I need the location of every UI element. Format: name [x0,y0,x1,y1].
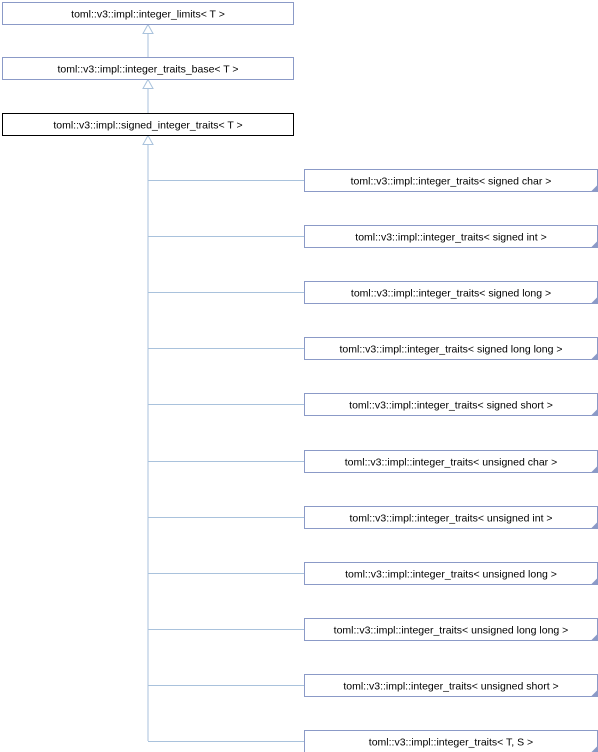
focus-node-signed-integer-traits-label: toml::v3::impl::signed_integer_traits< T… [53,120,242,132]
nodes: toml::v3::impl::integer_limits< T >toml:… [2,2,598,752]
child-node[interactable]: toml::v3::impl::integer_traits< signed l… [304,281,598,304]
child-node-label: toml::v3::impl::integer_traits< signed l… [351,288,551,300]
child-node-label: toml::v3::impl::integer_traits< signed s… [349,400,553,412]
child-node[interactable]: toml::v3::impl::integer_traits< signed i… [304,225,598,248]
child-node[interactable]: toml::v3::impl::integer_traits< signed l… [304,337,598,360]
focus-node-signed-integer-traits: toml::v3::impl::signed_integer_traits< T… [2,113,294,136]
child-node[interactable]: toml::v3::impl::integer_traits< unsigned… [304,618,598,641]
child-node-label: toml::v3::impl::integer_traits< unsigned… [343,681,558,693]
child-node-label: toml::v3::impl::integer_traits< unsigned… [349,513,552,525]
ancestor-node-integer-limits-label: toml::v3::impl::integer_limits< T > [71,9,225,21]
ancestor-node-integer-traits-base-label: toml::v3::impl::integer_traits_base< T > [57,64,238,76]
child-node[interactable]: toml::v3::impl::integer_traits< unsigned… [304,562,598,585]
child-node[interactable]: toml::v3::impl::integer_traits< unsigned… [304,450,598,473]
child-node[interactable]: toml::v3::impl::integer_traits< unsigned… [304,506,598,529]
child-node-label: toml::v3::impl::integer_traits< unsigned… [345,457,557,469]
ancestor-node-integer-traits-base[interactable]: toml::v3::impl::integer_traits_base< T > [2,57,294,80]
child-node-label: toml::v3::impl::integer_traits< unsigned… [345,569,557,581]
child-node-label: toml::v3::impl::integer_traits< unsigned… [334,625,569,637]
child-node-label: toml::v3::impl::integer_traits< signed l… [340,344,563,356]
child-node[interactable]: toml::v3::impl::integer_traits< unsigned… [304,674,598,697]
inheritance-diagram: toml::v3::impl::integer_limits< T >toml:… [2,2,598,752]
inheritance-arrow-icon [142,134,154,145]
child-node[interactable]: toml::v3::impl::integer_traits< signed c… [304,169,598,192]
child-node[interactable]: toml::v3::impl::integer_traits< T, S > [304,730,598,752]
child-node[interactable]: toml::v3::impl::integer_traits< signed s… [304,393,598,416]
ancestor-node-integer-limits[interactable]: toml::v3::impl::integer_limits< T > [2,2,294,25]
child-node-label: toml::v3::impl::integer_traits< T, S > [369,737,533,749]
child-node-label: toml::v3::impl::integer_traits< signed i… [355,232,546,244]
inheritance-arrow-icon [142,23,154,34]
inheritance-arrow-icon [142,78,154,89]
child-node-label: toml::v3::impl::integer_traits< signed c… [351,176,552,188]
